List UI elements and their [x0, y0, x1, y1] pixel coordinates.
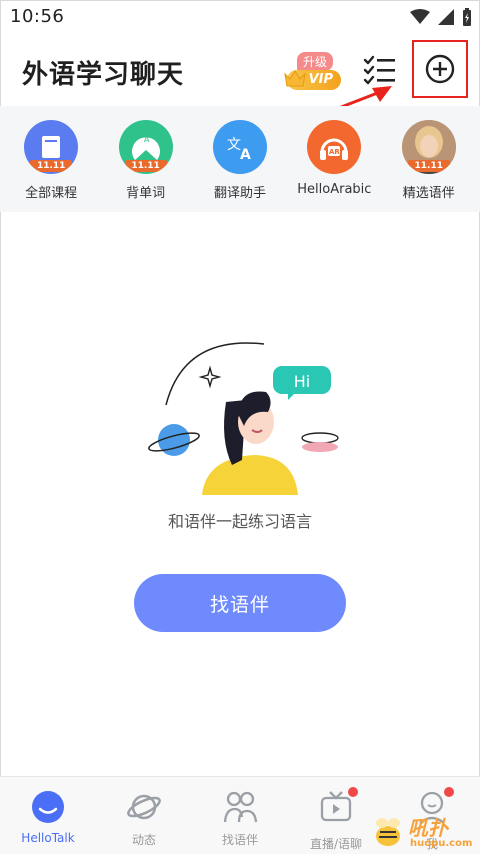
chat-icon — [32, 791, 64, 823]
bottom-navigation: HelloTalk 动态 找语伴 直播/语聊 我 — [0, 776, 480, 854]
crown-icon — [284, 70, 306, 87]
vocab-icon: A 11.11 — [118, 120, 173, 174]
book-icon: 11.11 — [24, 120, 79, 174]
signal-icon — [438, 9, 454, 25]
shortcut-vocabulary[interactable]: A 11.11 背单词 — [101, 106, 191, 212]
nav-find-partners[interactable]: 找语伴 — [192, 777, 288, 854]
nav-me[interactable]: 我 — [384, 777, 480, 854]
nav-label: 直播/语聊 — [309, 837, 363, 851]
shortcut-helloarabic[interactable]: AR HelloArabic — [289, 106, 379, 212]
svg-text:文: 文 — [227, 137, 241, 153]
notification-dot — [348, 787, 358, 797]
page-title: 外语学习聊天 — [22, 60, 185, 90]
status-icons — [410, 8, 472, 26]
shortcut-label: 精选语伴 — [402, 186, 455, 201]
live-icon-wrap — [318, 787, 358, 829]
profile-icon-wrap — [414, 787, 454, 829]
ar-badge: AR — [329, 148, 340, 156]
shortcut-featured-partners[interactable]: 11.11 精选语伴 — [384, 106, 474, 212]
nav-live[interactable]: 直播/语聊 — [288, 777, 384, 854]
status-bar: 10:56 — [0, 0, 480, 34]
translate-icon: 文 A — [212, 120, 267, 174]
status-time: 10:56 — [10, 6, 65, 27]
partners-icon — [223, 791, 258, 823]
add-button[interactable] — [412, 40, 468, 98]
empty-state-message: 和语伴一起练习语言 — [167, 512, 312, 531]
promo-tag: 11.11 — [124, 160, 167, 172]
nav-moments[interactable]: 动态 — [96, 777, 192, 854]
shortcut-bar: 11.11 全部课程 A 11.11 背单词 文 A 翻译助手 AR Hello… — [0, 106, 480, 212]
promo-tag: 11.11 — [407, 160, 450, 172]
svg-text:A: A — [144, 135, 150, 144]
find-partner-button[interactable]: 找语伴 — [134, 574, 346, 632]
empty-state-illustration: Hi — [148, 342, 339, 495]
avatar-photo: 11.11 — [401, 120, 456, 174]
nav-label: 找语伴 — [221, 833, 258, 847]
nav-label: HelloTalk — [21, 831, 75, 845]
shortcut-label: 背单词 — [126, 186, 166, 201]
nav-label: 我 — [425, 837, 438, 851]
nav-label: 动态 — [131, 833, 156, 847]
promo-tag: 11.11 — [30, 160, 73, 172]
headphones-icon: AR — [307, 120, 362, 174]
task-list-button[interactable] — [362, 54, 398, 86]
vip-upgrade-badge[interactable]: 升级 VIP — [283, 52, 343, 94]
shortcut-label: 翻译助手 — [213, 186, 266, 201]
planet-icon — [127, 794, 161, 820]
app-header: 外语学习聊天 升级 VIP — [0, 34, 480, 106]
svg-text:A: A — [240, 147, 251, 163]
checklist-icon — [363, 55, 395, 85]
nav-hellotalk[interactable]: HelloTalk — [0, 777, 96, 854]
hi-bubble-text: Hi — [294, 372, 310, 391]
shortcut-label: 全部课程 — [25, 186, 78, 201]
shortcut-translator[interactable]: 文 A 翻译助手 — [195, 106, 285, 212]
battery-icon — [463, 8, 471, 26]
shortcut-all-courses[interactable]: 11.11 全部课程 — [6, 106, 96, 212]
plus-circle-icon — [425, 54, 455, 84]
wifi-icon — [410, 9, 430, 24]
notification-dot — [444, 787, 454, 797]
shortcut-label: HelloArabic — [297, 182, 372, 197]
